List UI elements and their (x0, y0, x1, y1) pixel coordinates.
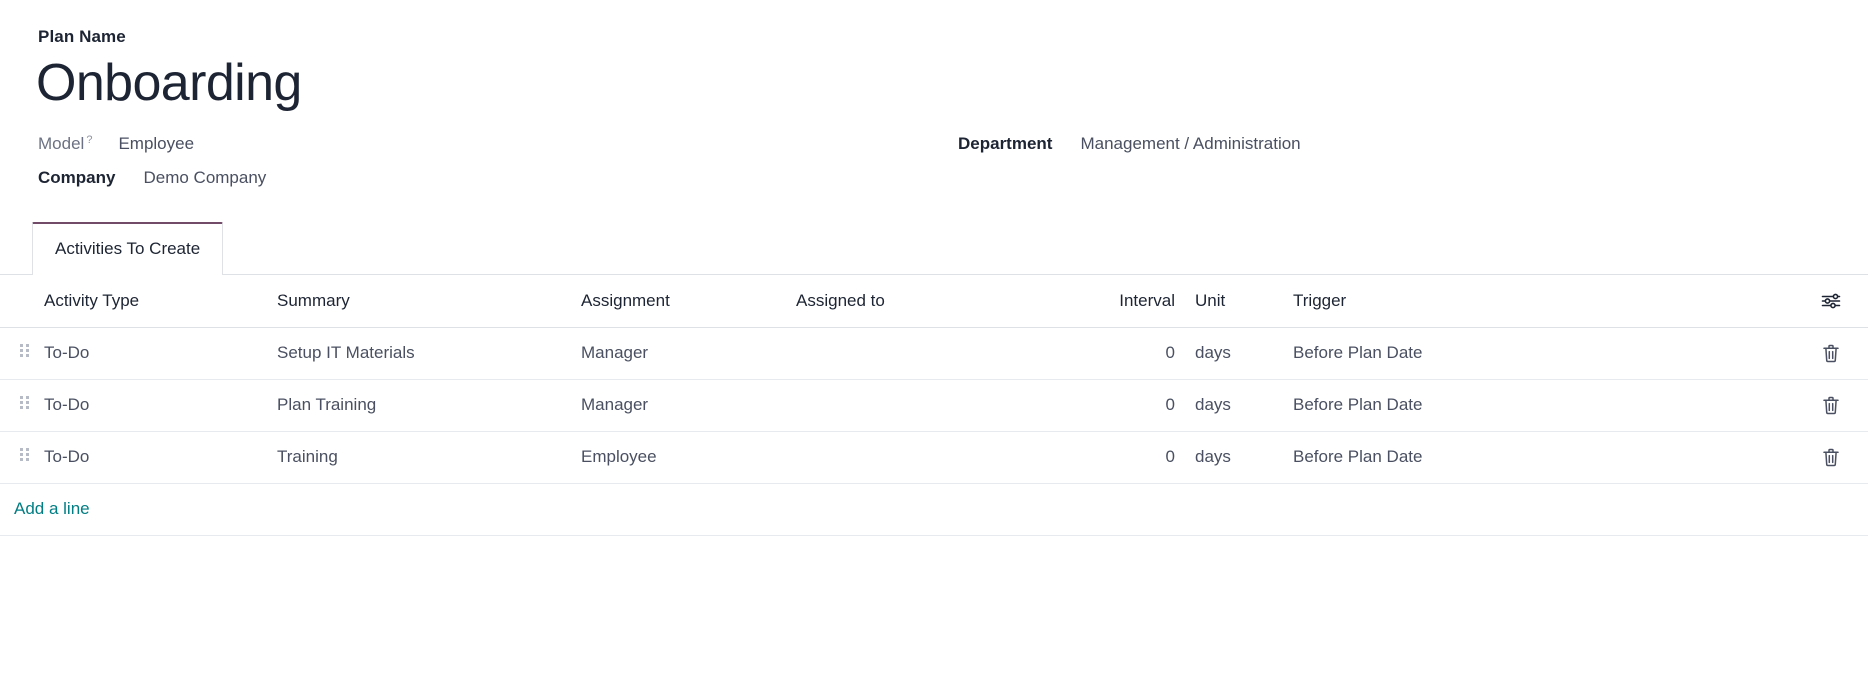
summary-value: Training (277, 447, 338, 466)
th-summary[interactable]: Summary (277, 275, 581, 328)
th-optional-columns (1583, 275, 1868, 328)
row-actions (1583, 343, 1868, 364)
th-unit[interactable]: Unit (1175, 275, 1293, 328)
row-actions (1583, 447, 1868, 468)
cell-summary[interactable]: Plan Training (277, 379, 581, 432)
add-line-row[interactable]: Add a line (0, 483, 1868, 536)
assignment-value: Manager (581, 343, 649, 362)
delete-row-button[interactable] (1821, 395, 1841, 416)
model-help-icon[interactable]: ? (86, 134, 92, 146)
add-a-line-button[interactable]: Add a line (0, 499, 90, 519)
notebook-tabs: Activities To Create (32, 222, 1868, 275)
activities-table: Activity Type Summary Assignment Assigne… (0, 275, 1868, 536)
model-value[interactable]: Employee (118, 132, 194, 156)
plan-name-label: Plan Name (38, 27, 126, 46)
summary-value: Plan Training (277, 395, 377, 414)
trash-icon (1821, 343, 1841, 364)
th-assignment[interactable]: Assignment (581, 275, 796, 328)
department-label: Department (958, 134, 1053, 153)
interval-value: 0 (1165, 343, 1175, 362)
trash-icon (1821, 447, 1841, 468)
cell-summary[interactable]: Setup IT Materials (277, 327, 581, 380)
table-body: To-Do Setup IT Materials Manager 0 days Befor… (0, 327, 1868, 536)
sliders-icon (1820, 290, 1842, 312)
cell-assigned-to[interactable] (796, 379, 1044, 432)
cell-assignment[interactable]: Manager (581, 379, 796, 432)
tab-activities-to-create[interactable]: Activities To Create (32, 222, 224, 275)
activity-type-value: To-Do (44, 447, 90, 466)
cell-assigned-to[interactable] (796, 327, 1044, 380)
drag-handle-icon[interactable] (20, 342, 32, 360)
table-row[interactable]: To-Do Training Employee 0 days Before Plan Da… (0, 431, 1868, 484)
assignment-value: Employee (581, 447, 657, 466)
add-line-cell[interactable]: Add a line (0, 483, 1868, 536)
model-label: Model (38, 134, 85, 153)
unit-value: days (1195, 343, 1231, 362)
form-header: Plan Name Onboarding (0, 0, 1868, 114)
field-grid: Model? Employee Department Management / … (0, 132, 1830, 200)
th-trigger[interactable]: Trigger (1293, 275, 1583, 328)
table-row[interactable]: To-Do Setup IT Materials Manager 0 days Befor… (0, 327, 1868, 380)
th-activity-type[interactable]: Activity Type (44, 275, 277, 328)
drag-handle-icon[interactable] (20, 446, 32, 464)
cell-interval[interactable]: 0 (1044, 431, 1175, 484)
th-handle (0, 275, 44, 328)
field-row-company: Company Demo Company (38, 166, 1830, 200)
table-row[interactable]: To-Do Plan Training Manager 0 days Before Pla… (0, 379, 1868, 432)
th-assigned-to[interactable]: Assigned to (796, 275, 1044, 328)
trigger-value: Before Plan Date (1293, 447, 1423, 466)
plan-name-input[interactable]: Onboarding (36, 52, 1868, 114)
trash-icon (1821, 395, 1841, 416)
cell-activity-type[interactable]: To-Do (44, 431, 277, 484)
assignment-value: Manager (581, 395, 649, 414)
cell-actions (1583, 379, 1868, 432)
company-value[interactable]: Demo Company (143, 166, 266, 190)
field-row-model-department: Model? Employee Department Management / … (38, 132, 1830, 166)
delete-row-button[interactable] (1821, 343, 1841, 364)
unit-value: days (1195, 395, 1231, 414)
cell-assignment[interactable]: Employee (581, 431, 796, 484)
activity-type-value: To-Do (44, 395, 90, 414)
interval-value: 0 (1165, 447, 1175, 466)
cell-drag-handle[interactable] (0, 431, 44, 484)
department-value[interactable]: Management / Administration (1080, 132, 1300, 156)
cell-unit[interactable]: days (1175, 327, 1293, 380)
cell-interval[interactable]: 0 (1044, 327, 1175, 380)
company-label: Company (38, 168, 116, 187)
table-header-row: Activity Type Summary Assignment Assigne… (0, 275, 1868, 328)
th-interval[interactable]: Interval (1044, 275, 1175, 328)
notebook: Activities To Create (0, 222, 1868, 275)
delete-row-button[interactable] (1821, 447, 1841, 468)
cell-assigned-to[interactable] (796, 431, 1044, 484)
cell-activity-type[interactable]: To-Do (44, 327, 277, 380)
cell-assignment[interactable]: Manager (581, 327, 796, 380)
cell-unit[interactable]: days (1175, 431, 1293, 484)
cell-interval[interactable]: 0 (1044, 379, 1175, 432)
cell-trigger[interactable]: Before Plan Date (1293, 327, 1583, 380)
cell-actions (1583, 327, 1868, 380)
cell-drag-handle[interactable] (0, 327, 44, 380)
activity-type-value: To-Do (44, 343, 90, 362)
form-sheet: Plan Name Onboarding Model? Employee Dep… (0, 0, 1868, 695)
cell-trigger[interactable]: Before Plan Date (1293, 379, 1583, 432)
table-head: Activity Type Summary Assignment Assigne… (0, 275, 1868, 328)
summary-value: Setup IT Materials (277, 343, 415, 362)
trigger-value: Before Plan Date (1293, 343, 1423, 362)
drag-handle-icon[interactable] (20, 394, 32, 412)
field-department: Department Management / Administration (958, 132, 1830, 156)
field-model: Model? Employee (38, 132, 958, 156)
unit-value: days (1195, 447, 1231, 466)
cell-actions (1583, 431, 1868, 484)
optional-columns-button[interactable] (1583, 290, 1868, 312)
row-actions (1583, 395, 1868, 416)
trigger-value: Before Plan Date (1293, 395, 1423, 414)
activities-list: Activity Type Summary Assignment Assigne… (0, 274, 1868, 536)
cell-summary[interactable]: Training (277, 431, 581, 484)
cell-drag-handle[interactable] (0, 379, 44, 432)
cell-unit[interactable]: days (1175, 379, 1293, 432)
field-company: Company Demo Company (38, 166, 958, 190)
interval-value: 0 (1165, 395, 1175, 414)
cell-trigger[interactable]: Before Plan Date (1293, 431, 1583, 484)
cell-activity-type[interactable]: To-Do (44, 379, 277, 432)
